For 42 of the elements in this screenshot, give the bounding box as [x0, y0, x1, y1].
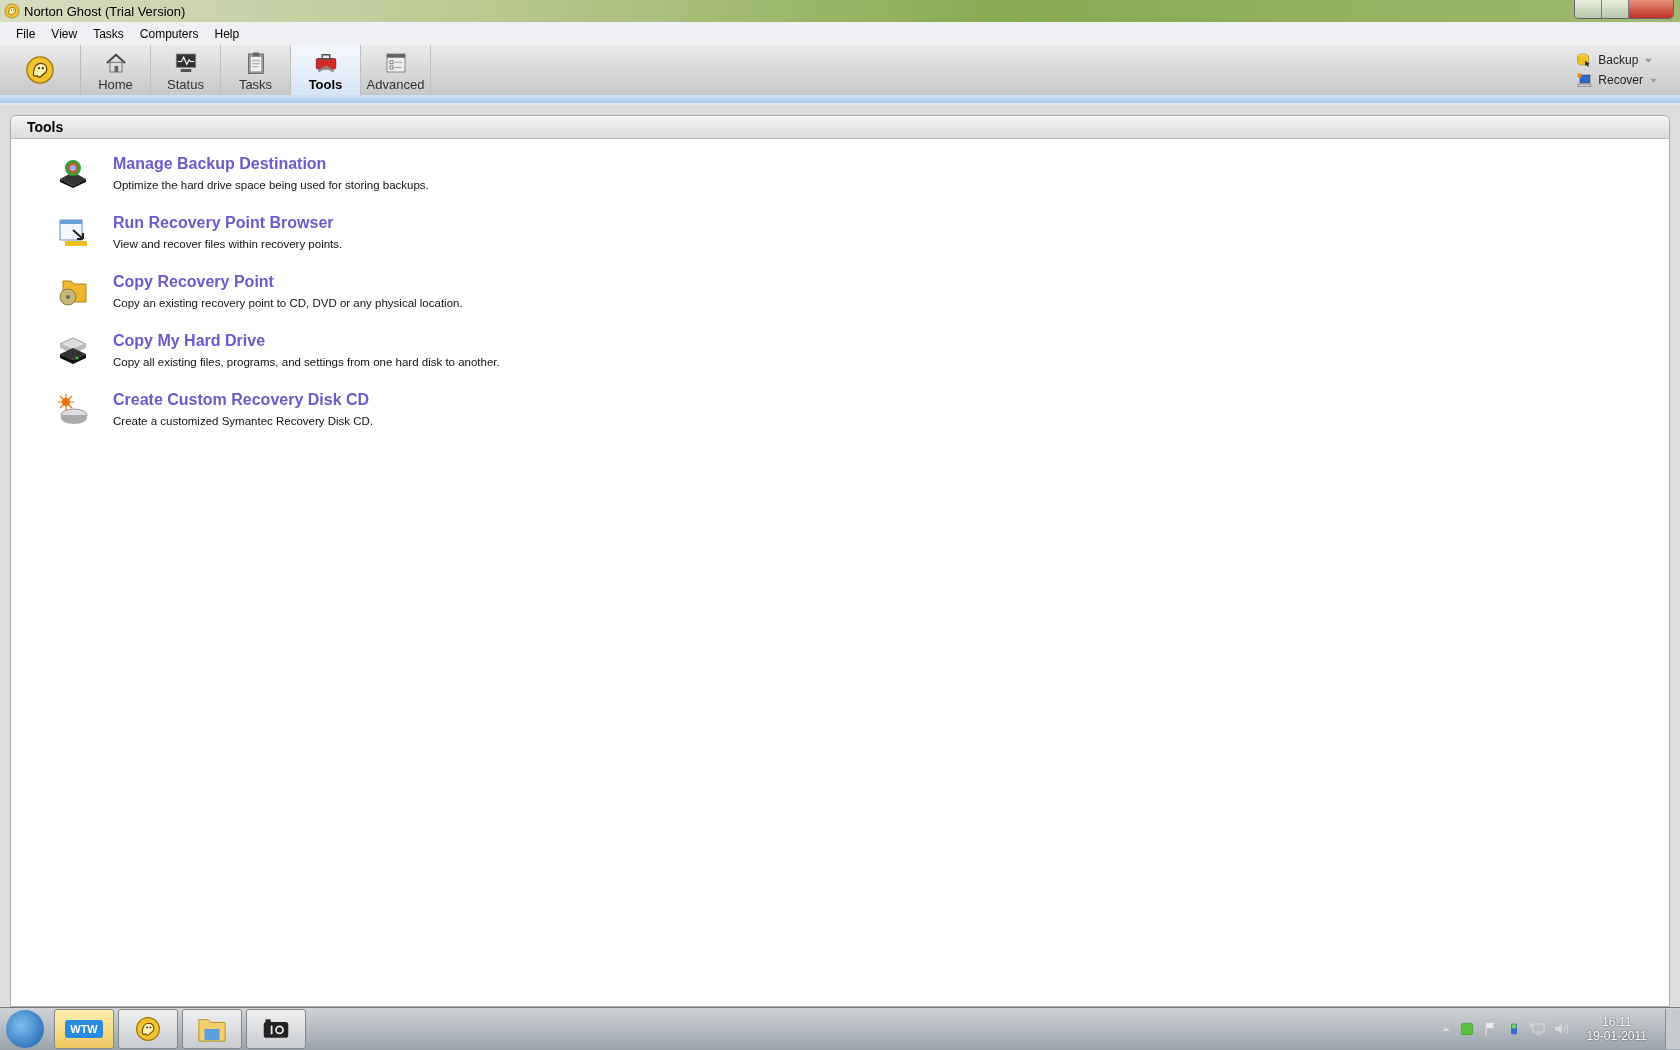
minimize-button[interactable] — [1575, 0, 1602, 18]
computer-icon — [1576, 72, 1593, 88]
settings-window-icon — [383, 51, 408, 75]
menu-item[interactable]: File — [8, 26, 44, 41]
tool-description: View and recover files within recovery points. — [113, 238, 343, 250]
tool-link[interactable]: Copy My Hard Drive — [113, 332, 500, 350]
tool-link[interactable]: Copy Recovery Point — [113, 273, 463, 291]
recover-menu-button[interactable]: Recover — [1576, 72, 1658, 88]
menu-item[interactable]: Computers — [131, 26, 207, 41]
tool-description: Copy an existing recovery point to CD, DVD or any physical location. — [113, 297, 463, 309]
toolbar-tab[interactable]: Tools — [291, 45, 361, 95]
clock-time: 16:11 — [1602, 1015, 1632, 1029]
tool-description: Copy all existing files, programs, and settings from one hard disk to another. — [113, 356, 500, 368]
chat-bubble-icon: WTW — [65, 1020, 103, 1038]
ghost-icon — [4, 3, 20, 19]
status-square-icon[interactable] — [1459, 1022, 1474, 1036]
tool-link[interactable]: Manage Backup Destination — [113, 155, 429, 173]
ghost-icon — [135, 1016, 161, 1042]
disc-spark-icon — [57, 393, 89, 425]
tool-link[interactable]: Create Custom Recovery Disk CD — [113, 391, 374, 409]
hard-drive-icon — [57, 157, 89, 189]
close-button[interactable] — [1629, 0, 1673, 18]
panel-title: Tools — [27, 119, 64, 135]
menu-item[interactable]: Tasks — [85, 26, 132, 41]
speaker-icon[interactable] — [1553, 1021, 1570, 1037]
menu-item[interactable]: View — [43, 26, 86, 41]
tool-link[interactable]: Run Recovery Point Browser — [113, 214, 343, 232]
tool-description: Optimize the hard drive space being used for storing backups. — [113, 179, 429, 191]
taskbar-button[interactable] — [246, 1009, 306, 1049]
window-arrow-icon — [57, 216, 89, 248]
ghost-logo-icon — [25, 55, 55, 85]
start-button[interactable] — [6, 1010, 44, 1048]
maximize-button[interactable] — [1602, 0, 1629, 18]
backup-menu-button[interactable]: Backup — [1576, 52, 1658, 68]
clock-date: 19-01-2011 — [1586, 1029, 1647, 1043]
toolbox-icon — [313, 51, 338, 75]
taskbar-button[interactable]: WTW — [54, 1009, 114, 1049]
monitor-icon — [173, 51, 198, 75]
window-title: Norton Ghost (Trial Version) — [24, 3, 186, 19]
menu-item[interactable]: Help — [206, 26, 248, 41]
show-desktop-button[interactable] — [1665, 1009, 1680, 1049]
tool-description: Create a customized Symantec Recovery Disk CD. — [113, 415, 374, 427]
